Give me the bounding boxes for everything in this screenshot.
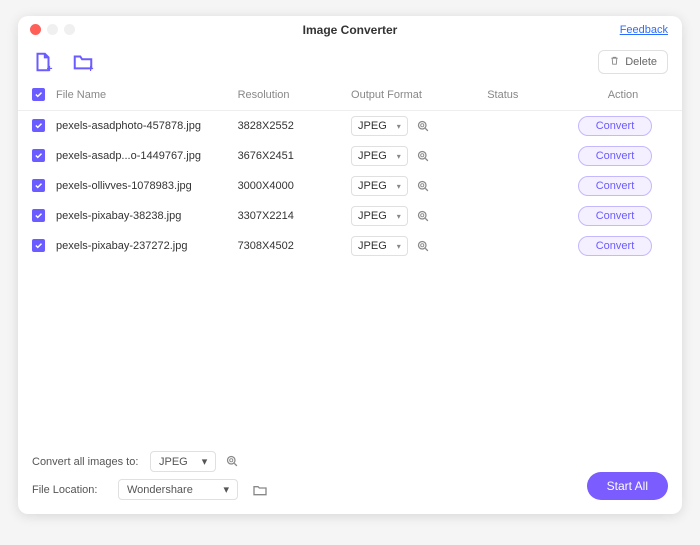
location-label: File Location: xyxy=(32,484,110,496)
chevron-down-icon: ▾ xyxy=(397,152,401,161)
row-format-select[interactable]: JPEG ▾ xyxy=(351,236,408,256)
header-format: Output Format xyxy=(351,89,487,101)
row-resolution: 3676X2451 xyxy=(238,150,351,162)
row-filename: pexels-pixabay-237272.jpg xyxy=(56,240,238,252)
check-icon xyxy=(34,211,43,220)
feedback-link[interactable]: Feedback xyxy=(620,24,668,36)
table-row: pexels-asadphoto-457878.jpg 3828X2552 JP… xyxy=(18,111,682,141)
settings-search-icon[interactable] xyxy=(416,238,432,254)
location-value: Wondershare xyxy=(127,484,193,496)
row-filename: pexels-asadp...o-1449767.jpg xyxy=(56,150,238,162)
add-folder-icon[interactable]: + xyxy=(72,51,94,73)
toolbar-left: + + xyxy=(32,51,94,73)
convert-button[interactable]: Convert xyxy=(578,176,652,196)
delete-label: Delete xyxy=(625,56,657,68)
convert-button[interactable]: Convert xyxy=(578,116,652,136)
row-checkbox[interactable] xyxy=(32,149,45,162)
row-resolution: 7308X4502 xyxy=(238,240,351,252)
row-format-value: JPEG xyxy=(358,210,387,222)
titlebar: Image Converter Feedback xyxy=(18,16,682,44)
delete-button[interactable]: Delete xyxy=(598,50,668,74)
convert-button[interactable]: Convert xyxy=(578,206,652,226)
chevron-down-icon: ▾ xyxy=(223,483,229,496)
row-filename: pexels-pixabay-38238.jpg xyxy=(56,210,238,222)
convert-button[interactable]: Convert xyxy=(578,236,652,256)
chevron-down-icon: ▾ xyxy=(397,212,401,221)
row-format-select[interactable]: JPEG ▾ xyxy=(351,146,408,166)
row-format-value: JPEG xyxy=(358,240,387,252)
row-checkbox[interactable] xyxy=(32,179,45,192)
toolbar: + + Delete xyxy=(18,44,682,80)
settings-search-icon[interactable] xyxy=(416,178,432,194)
trash-icon xyxy=(609,55,620,69)
row-checkbox[interactable] xyxy=(32,239,45,252)
row-checkbox[interactable] xyxy=(32,209,45,222)
window-title: Image Converter xyxy=(30,23,670,37)
row-format-select[interactable]: JPEG ▾ xyxy=(351,116,408,136)
table-row: pexels-asadp...o-1449767.jpg 3676X2451 J… xyxy=(18,141,682,171)
svg-text:+: + xyxy=(47,64,53,73)
convert-button[interactable]: Convert xyxy=(578,146,652,166)
close-window-button[interactable] xyxy=(30,24,41,35)
check-icon xyxy=(34,181,43,190)
chevron-down-icon: ▾ xyxy=(397,182,401,191)
row-resolution: 3828X2552 xyxy=(238,120,351,132)
settings-search-icon[interactable] xyxy=(416,208,432,224)
convert-all-format-select[interactable]: JPEG ▾ xyxy=(150,451,216,472)
footer: Convert all images to: JPEG ▾ File Locat… xyxy=(18,440,682,514)
convert-all-line: Convert all images to: JPEG ▾ xyxy=(32,451,268,472)
row-format-value: JPEG xyxy=(358,120,387,132)
footer-left: Convert all images to: JPEG ▾ File Locat… xyxy=(32,451,268,500)
folder-open-icon[interactable] xyxy=(252,482,268,498)
chevron-down-icon: ▾ xyxy=(202,455,208,468)
row-checkbox[interactable] xyxy=(32,119,45,132)
check-icon xyxy=(34,241,43,250)
chevron-down-icon: ▾ xyxy=(397,122,401,131)
convert-all-format-value: JPEG xyxy=(159,456,188,468)
row-format-value: JPEG xyxy=(358,150,387,162)
chevron-down-icon: ▾ xyxy=(397,242,401,251)
row-resolution: 3307X2214 xyxy=(238,210,351,222)
header-status: Status xyxy=(487,89,578,101)
table-header: File Name Resolution Output Format Statu… xyxy=(18,80,682,111)
settings-search-icon[interactable] xyxy=(416,148,432,164)
check-icon xyxy=(34,90,43,99)
row-format-select[interactable]: JPEG ▾ xyxy=(351,206,408,226)
start-all-button[interactable]: Start All xyxy=(587,472,668,500)
check-icon xyxy=(34,151,43,160)
table-row: pexels-pixabay-38238.jpg 3307X2214 JPEG … xyxy=(18,201,682,231)
table-body: pexels-asadphoto-457878.jpg 3828X2552 JP… xyxy=(18,111,682,440)
add-file-icon[interactable]: + xyxy=(32,51,54,73)
header-filename: File Name xyxy=(56,89,238,101)
zoom-window-button[interactable] xyxy=(64,24,75,35)
location-line: File Location: Wondershare ▾ xyxy=(32,479,268,500)
table-row: pexels-pixabay-237272.jpg 7308X4502 JPEG… xyxy=(18,231,682,261)
settings-search-icon[interactable] xyxy=(224,454,240,470)
location-select[interactable]: Wondershare ▾ xyxy=(118,479,238,500)
select-all-checkbox[interactable] xyxy=(32,88,45,101)
row-filename: pexels-asadphoto-457878.jpg xyxy=(56,120,238,132)
app-window: Image Converter Feedback + + Delete File… xyxy=(18,16,682,514)
header-resolution: Resolution xyxy=(238,89,351,101)
header-action: Action xyxy=(578,89,668,101)
row-format-value: JPEG xyxy=(358,180,387,192)
svg-text:+: + xyxy=(88,64,94,73)
table-row: pexels-ollivves-1078983.jpg 3000X4000 JP… xyxy=(18,171,682,201)
convert-all-label: Convert all images to: xyxy=(32,456,142,468)
row-filename: pexels-ollivves-1078983.jpg xyxy=(56,180,238,192)
row-format-select[interactable]: JPEG ▾ xyxy=(351,176,408,196)
settings-search-icon[interactable] xyxy=(416,118,432,134)
window-controls xyxy=(30,24,75,35)
minimize-window-button[interactable] xyxy=(47,24,58,35)
row-resolution: 3000X4000 xyxy=(238,180,351,192)
check-icon xyxy=(34,121,43,130)
